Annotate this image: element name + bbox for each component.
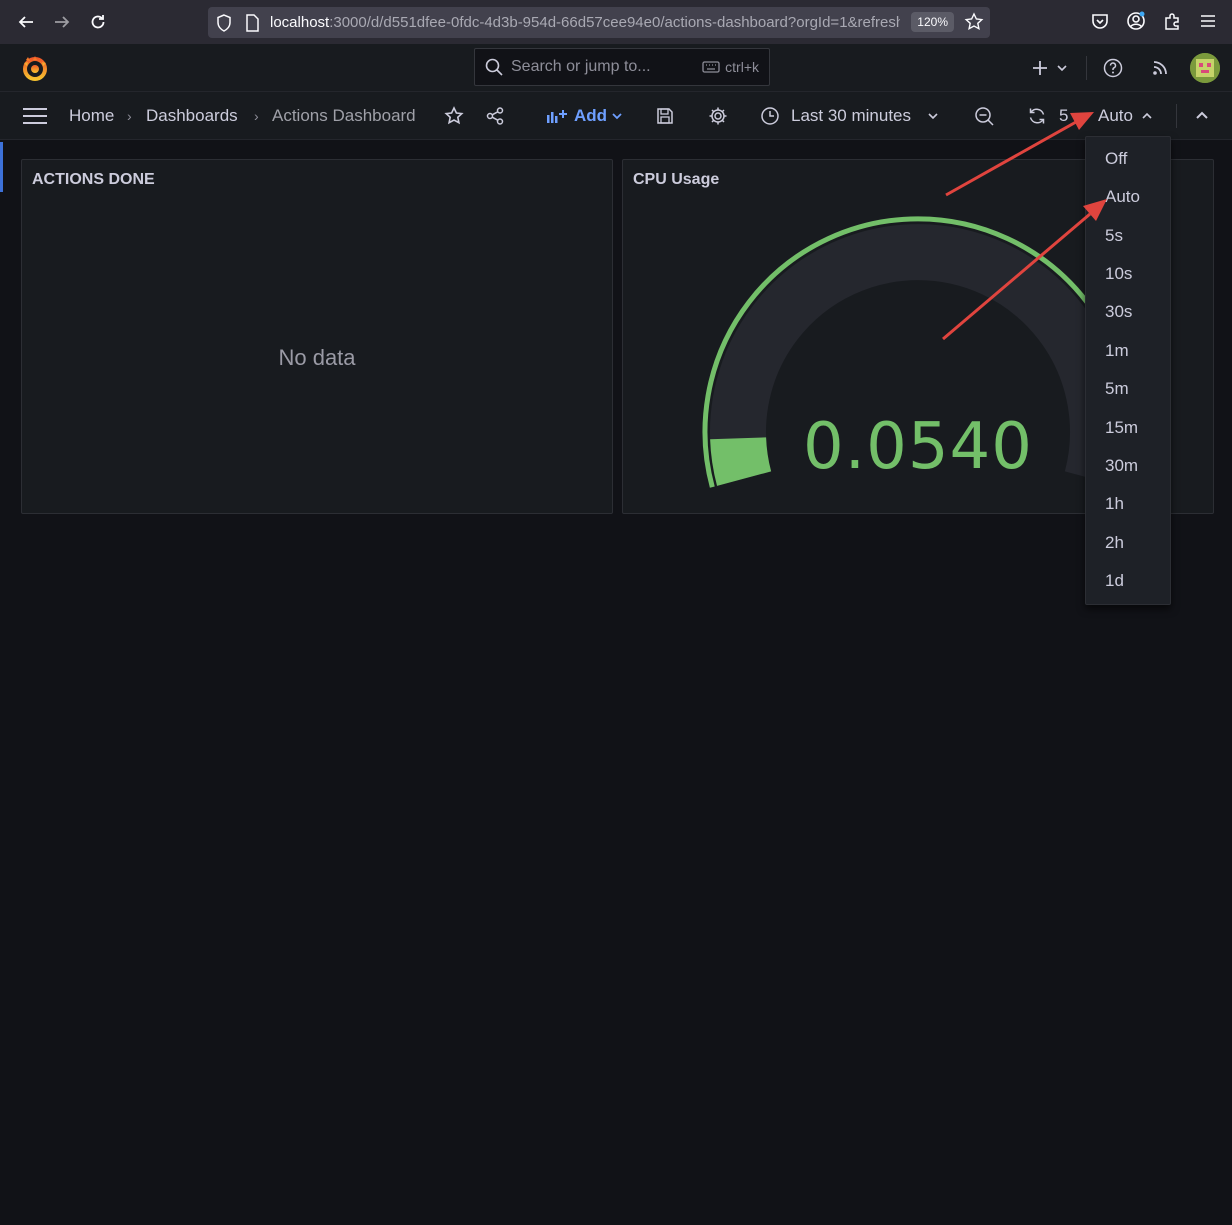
page-icon [246, 13, 259, 32]
back-icon[interactable] [8, 4, 44, 40]
favorite-star-icon[interactable] [444, 92, 464, 140]
refresh-interval-picker[interactable]: Auto [1098, 92, 1153, 140]
chevron-up-icon [1142, 112, 1152, 119]
pocket-icon[interactable] [1089, 10, 1111, 32]
user-avatar[interactable] [1190, 53, 1220, 83]
refresh-option[interactable]: 15m [1105, 418, 1138, 438]
refresh-icon[interactable] [1027, 92, 1047, 140]
grafana-logo-icon[interactable] [20, 53, 50, 83]
zoom-out-icon[interactable] [974, 92, 994, 140]
refresh-option[interactable]: 5s [1105, 226, 1123, 246]
breadcrumb-separator: › [127, 108, 132, 124]
news-rss-icon[interactable] [1148, 56, 1172, 80]
menu-icon[interactable] [1197, 10, 1219, 32]
breadcrumb-current: Actions Dashboard [272, 106, 416, 125]
grafana-topbar: Search or jump to... ctrl+k [0, 44, 1232, 92]
save-icon[interactable] [656, 92, 674, 140]
add-button[interactable]: Add [546, 92, 623, 140]
forward-icon[interactable] [44, 4, 80, 40]
search-shortcut-label: ctrl+k [725, 59, 759, 75]
refresh-interval-label: Auto [1098, 106, 1133, 125]
bookmark-star-icon[interactable] [964, 12, 984, 32]
refresh-option[interactable]: Auto [1105, 187, 1140, 207]
extensions-icon[interactable] [1161, 10, 1183, 32]
new-plus-icon[interactable] [1028, 56, 1052, 80]
divider [1086, 56, 1087, 80]
breadcrumb-dashboards[interactable]: Dashboards [146, 92, 238, 140]
refresh-option[interactable]: 1d [1105, 571, 1124, 591]
chevron-down-icon [612, 113, 622, 120]
toolbar-divider [1176, 104, 1177, 128]
time-range-picker[interactable]: Last 30 minutes [760, 92, 939, 140]
panel-title[interactable]: ACTIONS DONE [32, 171, 155, 189]
browser-toolbar: localhost:3000/d/d551dfee-0fdc-4d3b-954d… [0, 0, 1232, 44]
settings-gear-icon[interactable] [708, 92, 728, 140]
url-text[interactable]: localhost:3000/d/d551dfee-0fdc-4d3b-954d… [270, 14, 900, 31]
time-range-label: Last 30 minutes [791, 106, 912, 125]
chevron-down-icon [928, 113, 938, 120]
refresh-option[interactable]: Off [1105, 149, 1127, 169]
chevron-down-icon[interactable] [1050, 56, 1074, 80]
hamburger-menu-icon[interactable] [22, 92, 48, 140]
search-placeholder: Search or jump to... [511, 58, 651, 75]
collapse-chevron-up-icon[interactable] [1194, 92, 1210, 140]
shield-icon[interactable] [216, 13, 232, 32]
search-input[interactable]: Search or jump to... ctrl+k [474, 48, 770, 86]
zoom-badge[interactable]: 120% [911, 12, 954, 32]
search-icon [485, 58, 503, 76]
add-label: Add [574, 106, 608, 125]
share-icon[interactable] [485, 92, 505, 140]
refresh-option[interactable]: 5m [1105, 379, 1129, 399]
breadcrumb-home[interactable]: Home [69, 92, 114, 140]
add-panel-icon [547, 110, 567, 123]
keyboard-icon [702, 61, 720, 73]
refresh-option[interactable]: 30m [1105, 456, 1138, 476]
refresh-value-partial: 5 [1059, 106, 1069, 125]
clock-icon [761, 107, 779, 125]
help-icon[interactable] [1101, 56, 1125, 80]
reload-icon[interactable] [80, 4, 116, 40]
refresh-option[interactable]: 2h [1105, 533, 1124, 553]
url-host: localhost [270, 14, 330, 31]
address-bar[interactable]: localhost:3000/d/d551dfee-0fdc-4d3b-954d… [208, 7, 990, 38]
no-data-message: No data [278, 345, 356, 370]
panel-actions-done[interactable]: ACTIONS DONE No data [21, 159, 613, 514]
refresh-interval-menu: Off Auto 5s 10s 30s 1m 5m 15m 30m 1h 2h 1d [1085, 136, 1171, 605]
dashboard-toolbar: Home › Dashboards › Actions Dashboard Ad… [0, 92, 1232, 140]
breadcrumb-separator: › [254, 108, 259, 124]
refresh-option[interactable]: 30s [1105, 302, 1132, 322]
left-rail-indicator [0, 142, 3, 192]
refresh-option[interactable]: 10s [1105, 264, 1132, 284]
refresh-option[interactable]: 1m [1105, 341, 1129, 361]
refresh-option[interactable]: 1h [1105, 494, 1124, 514]
account-icon[interactable] [1125, 10, 1147, 32]
search-shortcut: ctrl+k [702, 59, 759, 75]
url-path: :3000/d/d551dfee-0fdc-4d3b-954d-66d57cee… [329, 14, 900, 31]
